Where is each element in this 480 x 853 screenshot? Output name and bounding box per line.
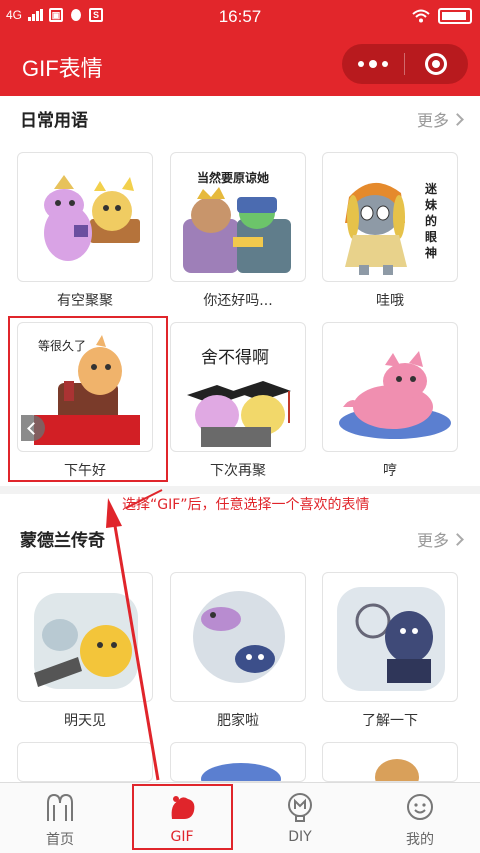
gif-fist-icon <box>171 796 195 819</box>
chevron-right-icon <box>451 532 464 546</box>
sticker-card-2[interactable]: 当然要原谅她 你还好吗... <box>170 152 306 310</box>
nav-label: DIY <box>288 829 312 845</box>
chevron-right-icon <box>451 112 464 126</box>
more-label: 更多 <box>416 531 449 550</box>
sticker-label: 下次再聚 <box>210 463 266 479</box>
more-link-daily[interactable]: 更多 <box>416 107 464 131</box>
sticker-card-partial-2[interactable] <box>170 742 306 782</box>
sticker-thumb <box>322 572 458 702</box>
sticker-label: 下午好 <box>64 463 106 479</box>
sticker-caption: 迷妹的眼神 <box>425 182 438 260</box>
sticker-card-6[interactable]: 哼 <box>322 322 458 480</box>
sticker-thumb: 迷妹的眼神 <box>322 152 458 282</box>
flying-illustration <box>193 591 285 683</box>
more-dots-icon[interactable] <box>342 44 404 84</box>
sticker-label: 哇哦 <box>376 293 404 309</box>
sticker-label: 哼 <box>383 463 397 479</box>
sticker-label: 了解一下 <box>362 713 418 729</box>
sticker-caption: 舍不得啊 <box>201 348 269 368</box>
sticker-label: 有空聚聚 <box>57 293 113 309</box>
home-arch-icon <box>47 793 73 821</box>
app-header: GIF表情 <box>0 34 480 96</box>
nav-item-gif[interactable]: GIF <box>122 783 242 853</box>
bye-illustration <box>34 593 138 689</box>
wifi-icon <box>412 9 430 23</box>
sticker-thumb <box>17 152 153 282</box>
sticker-caption: 等很久了 <box>38 339 87 353</box>
status-right <box>412 8 472 24</box>
sticker-thumb: 等很久了 <box>17 322 153 452</box>
sticker-card-8[interactable]: 肥家啦 <box>170 572 306 730</box>
status-bar: 4G ▣ S 16:57 <box>0 0 480 34</box>
sticker-label: 你还好吗... <box>203 293 273 309</box>
sticker-card-partial-3[interactable] <box>322 742 458 782</box>
close-target-icon[interactable] <box>405 44 467 84</box>
sticker-card-1[interactable]: 有空聚聚 <box>17 152 153 310</box>
sticker-thumb <box>322 322 458 452</box>
nav-item-diy[interactable]: DIY <box>240 783 360 853</box>
sticker-card-partial-1[interactable] <box>17 742 153 782</box>
dinosaur-pair-illustration <box>44 175 140 261</box>
section-title-mondran: 蒙德兰传奇 <box>20 531 105 551</box>
sticker-card-7[interactable]: 明天见 <box>17 572 153 730</box>
sticker-card-4[interactable]: 等很久了 下午好 <box>17 322 153 480</box>
sticker-thumb <box>170 572 306 702</box>
miniprogram-capsule <box>342 44 468 84</box>
sticker-card-9[interactable]: 了解一下 <box>322 572 458 730</box>
partial-illustration <box>201 763 281 781</box>
more-label: 更多 <box>416 111 449 130</box>
diy-icon <box>288 793 312 822</box>
battery-icon <box>438 8 472 24</box>
section-divider <box>0 486 480 494</box>
sticker-thumb <box>170 742 306 782</box>
section-title-daily: 日常用语 <box>20 111 88 131</box>
sticker-card-5[interactable]: 舍不得啊 下次再聚 <box>170 322 306 480</box>
profile-face-icon <box>407 794 433 820</box>
app-screen: 4G ▣ S 16:57 GIF表情 日常用语 更多 有空聚聚 当然要原谅她 你… <box>0 0 480 853</box>
partial-illustration <box>375 759 419 781</box>
nav-item-mine[interactable]: 我的 <box>360 783 480 853</box>
nav-label: 首页 <box>46 832 74 848</box>
sticker-thumb <box>322 742 458 782</box>
sticker-card-3[interactable]: 迷妹的眼神 哇哦 <box>322 152 458 310</box>
nav-label: GIF <box>170 829 194 845</box>
sticker-thumb: 舍不得啊 <box>170 322 306 452</box>
status-time: 16:57 <box>218 7 262 26</box>
sticker-thumb <box>17 742 153 782</box>
annotation-text: 选择“GIF”后，任意选择一个喜欢的表情 <box>122 497 370 513</box>
page-title: GIF表情 <box>22 56 103 81</box>
bottom-nav: 首页 GIF DIY 我的 <box>0 782 480 853</box>
sticker-label: 肥家啦 <box>217 713 259 729</box>
nav-label: 我的 <box>406 832 434 848</box>
more-link-mondran[interactable]: 更多 <box>416 527 464 551</box>
sticker-thumb: 当然要原谅她 <box>170 152 306 282</box>
curious-illustration <box>337 587 445 691</box>
sticker-label: 明天见 <box>64 713 106 729</box>
grumpy-dino-illustration <box>339 351 451 439</box>
sticker-caption: 当然要原谅她 <box>197 171 270 185</box>
nav-item-home[interactable]: 首页 <box>0 783 120 853</box>
sticker-thumb <box>17 572 153 702</box>
